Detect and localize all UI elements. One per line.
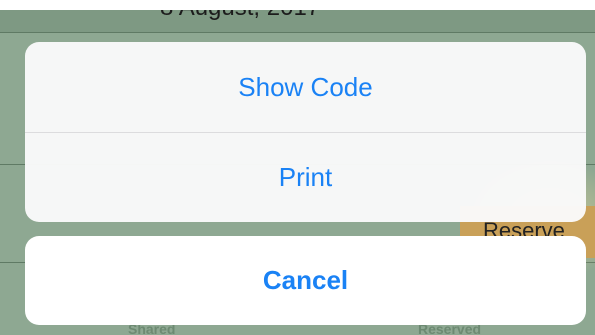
action-sheet-group: Show Code Print xyxy=(25,42,586,222)
status-strip xyxy=(0,0,595,10)
date-label: 8 August, 2017 xyxy=(160,10,320,22)
print-button[interactable]: Print xyxy=(25,132,586,222)
divider xyxy=(0,32,595,33)
header-band: 8 August, 2017 xyxy=(0,10,595,32)
cancel-button[interactable]: Cancel xyxy=(25,236,586,325)
show-code-button[interactable]: Show Code xyxy=(25,42,586,132)
